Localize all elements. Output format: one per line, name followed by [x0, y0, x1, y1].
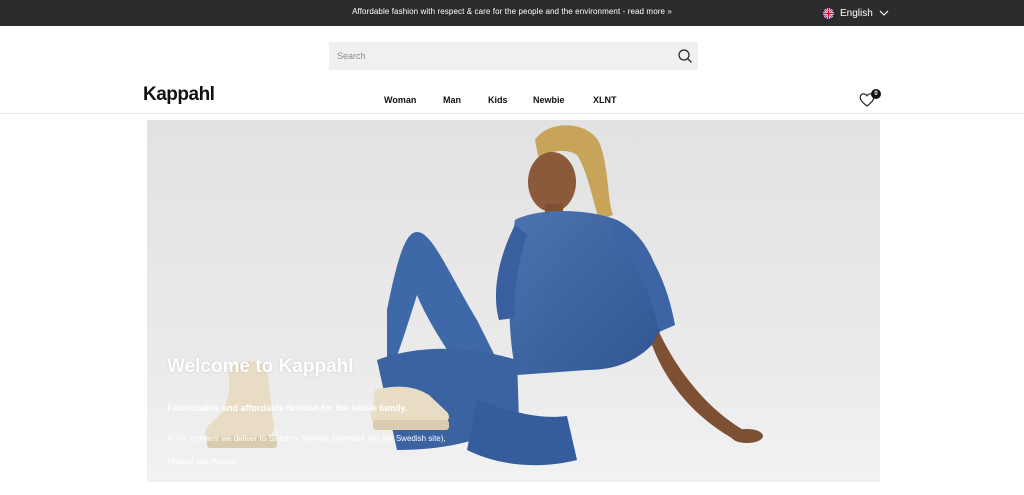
- nav-item-kids[interactable]: Kids: [488, 95, 508, 105]
- uk-flag-icon: [823, 7, 834, 19]
- search-input[interactable]: [329, 42, 669, 70]
- search-icon[interactable]: [677, 48, 693, 64]
- nav-item-xlnt[interactable]: XLNT: [593, 95, 617, 105]
- hero-title: Welcome to Kappahl: [167, 356, 354, 377]
- language-label: English: [840, 7, 873, 19]
- wishlist-count-badge: 0: [871, 89, 881, 99]
- hero-banner[interactable]: Welcome to Kappahl Fashionable and affor…: [147, 120, 880, 482]
- nav-item-newbie[interactable]: Newbie: [533, 95, 565, 105]
- hero-subtitle: Fashionable and affordable fashion for t…: [167, 403, 408, 413]
- chevron-down-icon: [879, 8, 889, 19]
- search-bar: [329, 42, 698, 70]
- announcement-bar: Affordable fashion with respect & care f…: [0, 0, 1024, 26]
- language-selector[interactable]: English: [823, 6, 889, 20]
- wishlist-button[interactable]: 0: [859, 89, 883, 109]
- hero-delivery-text: At the moment we deliver to Sweden, Norw…: [167, 434, 446, 466]
- nav-item-woman[interactable]: Woman: [384, 95, 416, 105]
- nav-item-man[interactable]: Man: [443, 95, 461, 105]
- header-divider: [0, 113, 1024, 114]
